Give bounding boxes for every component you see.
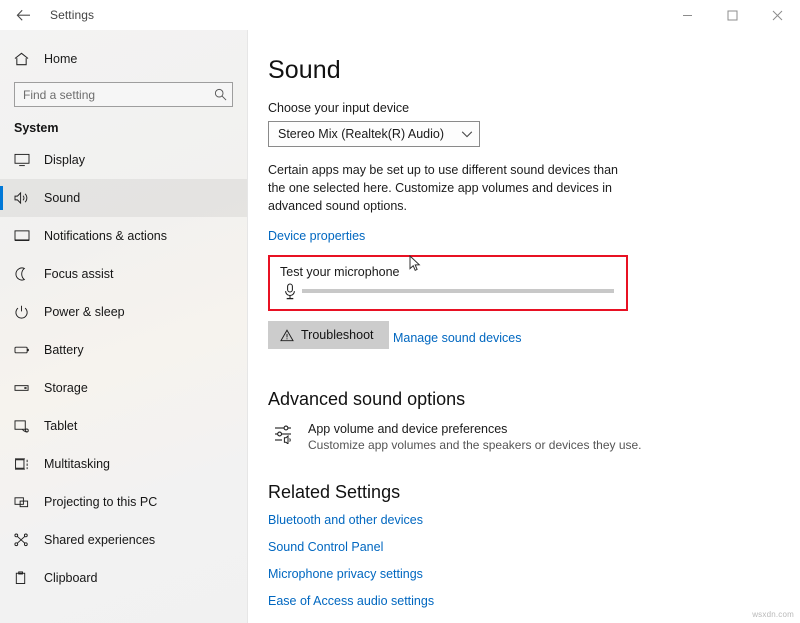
app-volume-preferences-subtitle: Customize app volumes and the speakers o… [308,438,642,452]
app-volume-preferences-title: App volume and device preferences [308,422,642,436]
minimize-button[interactable] [665,0,710,30]
test-microphone-highlight: Test your microphone [268,255,628,311]
sidebar-item-home[interactable]: Home [0,42,247,76]
sidebar-nav-list: Display Sound [0,141,247,597]
sidebar-item-label: Display [44,153,85,167]
sound-description: Certain apps may be set up to use differ… [268,161,620,215]
related-link-sound-control-panel[interactable]: Sound Control Panel [268,540,800,554]
tablet-icon [14,419,44,433]
sidebar-item-label: Focus assist [44,267,113,281]
sidebar-item-focus-assist[interactable]: Focus assist [0,255,247,293]
storage-icon [14,381,44,395]
related-link-bluetooth[interactable]: Bluetooth and other devices [268,513,800,527]
sidebar-item-label: Power & sleep [44,305,125,319]
sidebar-item-label: Multitasking [44,457,110,471]
search-input[interactable] [23,88,211,102]
settings-window: Settings Home [0,0,800,623]
sidebar-item-battery[interactable]: Battery [0,331,247,369]
microphone-icon [278,283,302,300]
sidebar: Home System [0,30,248,623]
search-box[interactable] [14,82,233,107]
sidebar-item-label: Storage [44,381,88,395]
monitor-icon [14,153,44,167]
window-controls [665,0,800,30]
page-title: Sound [268,56,800,85]
search-container [0,82,247,107]
microphone-level-meter [302,289,614,293]
sidebar-item-label: Projecting to this PC [44,495,157,509]
sidebar-item-sound[interactable]: Sound [0,179,247,217]
multitasking-icon [14,457,44,471]
power-icon [14,305,44,319]
window-body: Home System [0,30,800,623]
home-label: Home [40,52,77,66]
sidebar-item-label: Sound [44,191,80,205]
title-bar-drag-area [94,0,665,30]
battery-icon [14,343,44,357]
title-bar: Settings [0,0,800,30]
sidebar-item-label: Clipboard [44,571,98,585]
sidebar-item-storage[interactable]: Storage [0,369,247,407]
app-volume-preferences-row[interactable]: App volume and device preferences Custom… [268,422,648,452]
back-button[interactable] [0,0,46,30]
close-button[interactable] [755,0,800,30]
sidebar-item-power-sleep[interactable]: Power & sleep [0,293,247,331]
chevron-down-icon [461,130,473,139]
sidebar-item-tablet[interactable]: Tablet [0,407,247,445]
maximize-button[interactable] [710,0,755,30]
troubleshoot-label: Troubleshoot [301,328,374,342]
moon-icon [14,267,44,281]
mixer-icon [268,422,308,444]
troubleshoot-button[interactable]: Troubleshoot [268,321,389,349]
input-device-value: Stereo Mix (Realtek(R) Audio) [278,127,461,141]
related-settings-links: Bluetooth and other devices Sound Contro… [268,513,800,608]
clipboard-icon [14,571,44,585]
related-link-microphone-privacy[interactable]: Microphone privacy settings [268,567,800,581]
related-link-ease-of-access-audio[interactable]: Ease of Access audio settings [268,594,800,608]
sidebar-item-label: Shared experiences [44,533,155,547]
input-device-dropdown[interactable]: Stereo Mix (Realtek(R) Audio) [268,121,480,147]
home-icon [14,52,40,66]
sidebar-item-display[interactable]: Display [0,141,247,179]
sidebar-item-projecting[interactable]: Projecting to this PC [0,483,247,521]
sidebar-category-heading: System [0,121,247,135]
sidebar-item-label: Tablet [44,419,77,433]
sidebar-item-multitasking[interactable]: Multitasking [0,445,247,483]
sidebar-item-label: Battery [44,343,84,357]
related-settings-heading: Related Settings [268,482,800,503]
main-content: Sound Choose your input device Stereo Mi… [248,30,800,623]
sidebar-item-notifications[interactable]: Notifications & actions [0,217,247,255]
app-volume-preferences-text: App volume and device preferences Custom… [308,422,642,452]
shared-experiences-icon [14,533,44,547]
advanced-sound-options-heading: Advanced sound options [268,389,800,410]
notification-icon [14,229,44,243]
device-properties-link[interactable]: Device properties [268,229,365,243]
warning-triangle-icon [280,329,294,342]
sidebar-item-clipboard[interactable]: Clipboard [0,559,247,597]
test-microphone-label: Test your microphone [278,265,616,279]
speaker-icon [14,191,44,205]
manage-sound-devices-link[interactable]: Manage sound devices [393,331,522,345]
sidebar-item-label: Notifications & actions [44,229,167,243]
projecting-icon [14,495,44,509]
watermark: wsxdn.com [752,610,794,619]
sidebar-item-shared-experiences[interactable]: Shared experiences [0,521,247,559]
window-title: Settings [46,0,94,30]
microphone-level-row [278,282,616,300]
search-icon [211,88,227,101]
input-device-label: Choose your input device [268,101,800,115]
